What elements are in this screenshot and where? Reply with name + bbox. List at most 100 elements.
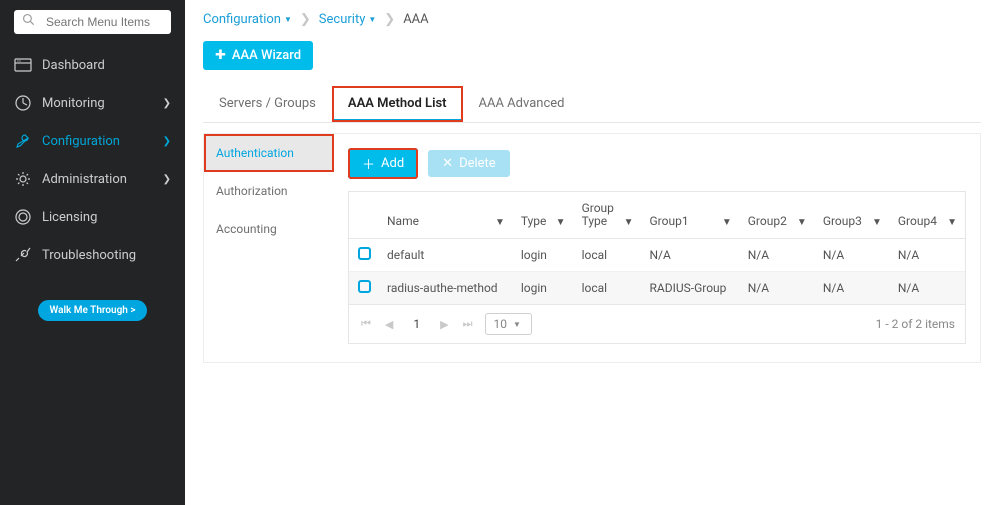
filter-icon[interactable]: ▼	[872, 217, 882, 228]
cell-group4: N/A	[890, 272, 965, 305]
administration-icon	[14, 170, 32, 188]
cell-group-type: local	[574, 272, 642, 305]
row-checkbox[interactable]	[358, 280, 371, 293]
pager: ⏮ ◀ 1 ▶ ⏭ 10 ▼ 1 - 2 of 2 items	[349, 304, 965, 343]
sidebar-item-label: Licensing	[42, 210, 171, 225]
cell-group4: N/A	[890, 239, 965, 272]
main-content: Configuration ▼ ❯ Security ▼ ❯ AAA ✚ AAA…	[185, 0, 999, 505]
cell-type: login	[513, 239, 574, 272]
sidebar-item-administration[interactable]: Administration ❯	[0, 160, 185, 198]
sidebar-item-label: Troubleshooting	[42, 248, 171, 263]
table-row[interactable]: defaultloginlocalN/AN/AN/AN/A	[349, 239, 965, 272]
filter-icon[interactable]: ▼	[722, 217, 732, 228]
filter-icon[interactable]: ▼	[556, 217, 566, 228]
sidebar-item-label: Monitoring	[42, 96, 153, 111]
column-type[interactable]: Type ▼	[513, 192, 574, 239]
pager-prev-button[interactable]: ◀	[383, 318, 395, 331]
search-icon	[22, 13, 40, 31]
sidebar-item-dashboard[interactable]: Dashboard	[0, 46, 185, 84]
subtab-accounting[interactable]: Accounting	[204, 210, 334, 248]
add-label: Add	[381, 156, 404, 171]
caret-down-icon: ▼	[284, 15, 292, 24]
pager-next-button[interactable]: ▶	[438, 318, 450, 331]
column-group3[interactable]: Group3 ▼	[815, 192, 890, 239]
column-label: GroupType	[582, 202, 614, 228]
cell-group-type: local	[574, 239, 642, 272]
column-group-type[interactable]: GroupType ▼	[574, 192, 642, 239]
table-row[interactable]: radius-authe-methodloginlocalRADIUS-Grou…	[349, 272, 965, 305]
pager-page-number: 1	[405, 317, 428, 331]
sidebar: DashboardMonitoring❯Configuration❯Admini…	[0, 0, 185, 505]
breadcrumb-label: Security	[319, 12, 366, 27]
column-name[interactable]: Name ▼	[379, 192, 513, 239]
cell-group2: N/A	[740, 239, 815, 272]
cell-group1: RADIUS-Group	[642, 272, 740, 305]
pager-first-button[interactable]: ⏮	[359, 317, 373, 331]
column-label: Group3	[823, 215, 862, 228]
breadcrumb-separator: ❯	[384, 12, 395, 27]
breadcrumb-current: AAA	[403, 12, 428, 27]
column-checkbox	[349, 192, 379, 239]
filter-icon[interactable]: ▼	[947, 217, 957, 228]
tab-aaa-advanced[interactable]: AAA Advanced	[463, 86, 581, 122]
cell-name: radius-authe-method	[379, 272, 513, 305]
caret-down-icon: ▼	[368, 15, 376, 24]
cell-group1: N/A	[642, 239, 740, 272]
filter-icon[interactable]: ▼	[495, 217, 505, 228]
breadcrumb-configuration[interactable]: Configuration ▼	[203, 12, 292, 27]
page-size-select[interactable]: 10 ▼	[485, 313, 532, 335]
data-grid: Name▼Type▼GroupType▼Group1▼Group2▼Group3…	[348, 191, 966, 344]
tabs: Servers / GroupsAAA Method ListAAA Advan…	[203, 86, 981, 123]
chevron-right-icon: ❯	[163, 136, 171, 147]
column-label: Group2	[748, 215, 787, 228]
subtab-authorization[interactable]: Authorization	[204, 172, 334, 210]
search-box[interactable]	[14, 10, 171, 34]
wizard-label: AAA Wizard	[232, 48, 301, 63]
add-button[interactable]: ＋ Add	[348, 148, 418, 179]
search-input[interactable]	[46, 15, 201, 29]
breadcrumb-security[interactable]: Security ▼	[319, 12, 376, 27]
column-label: Name	[387, 215, 419, 228]
filter-icon[interactable]: ▼	[624, 217, 634, 228]
sidebar-item-troubleshooting[interactable]: Troubleshooting	[0, 236, 185, 274]
delete-button[interactable]: ✕ Delete	[428, 150, 510, 177]
cell-group2: N/A	[740, 272, 815, 305]
tab-body: AuthenticationAuthorizationAccounting ＋ …	[203, 133, 981, 363]
cell-type: login	[513, 272, 574, 305]
sidebar-item-label: Administration	[42, 172, 153, 187]
tab-servers-groups[interactable]: Servers / Groups	[203, 86, 332, 122]
sidebar-item-licensing[interactable]: Licensing	[0, 198, 185, 236]
tab-aaa-method-list[interactable]: AAA Method List	[332, 86, 463, 122]
plus-icon: ✚	[215, 48, 226, 63]
column-label: Type	[521, 215, 547, 228]
column-group1[interactable]: Group1▼	[642, 192, 740, 239]
sidebar-item-monitoring[interactable]: Monitoring ❯	[0, 84, 185, 122]
x-icon: ✕	[442, 156, 453, 171]
cell-group3: N/A	[815, 272, 890, 305]
column-group2[interactable]: Group2 ▼	[740, 192, 815, 239]
chevron-right-icon: ❯	[163, 98, 171, 109]
column-group4[interactable]: Group4▼	[890, 192, 965, 239]
breadcrumb-label: Configuration	[203, 12, 281, 27]
chevron-right-icon: ❯	[163, 174, 171, 185]
aaa-wizard-button[interactable]: ✚ AAA Wizard	[203, 41, 313, 70]
cell-group3: N/A	[815, 239, 890, 272]
page-size-value: 10	[494, 317, 508, 331]
cell-name: default	[379, 239, 513, 272]
monitoring-icon	[14, 94, 32, 112]
subtabs: AuthenticationAuthorizationAccounting	[204, 134, 334, 362]
pager-last-button[interactable]: ⏭	[461, 317, 475, 331]
nav-list: DashboardMonitoring❯Configuration❯Admini…	[0, 46, 185, 274]
dashboard-icon	[14, 56, 32, 74]
plus-icon: ＋	[362, 154, 375, 173]
configuration-icon	[14, 132, 32, 150]
caret-down-icon: ▼	[513, 320, 521, 329]
walk-me-through-button[interactable]: Walk Me Through >	[38, 300, 146, 321]
filter-icon[interactable]: ▼	[797, 217, 807, 228]
licensing-icon	[14, 208, 32, 226]
sidebar-item-configuration[interactable]: Configuration❯	[0, 122, 185, 160]
tab-content: ＋ Add ✕ Delete Name▼Type▼GroupType▼Group…	[334, 134, 980, 362]
breadcrumb: Configuration ▼ ❯ Security ▼ ❯ AAA	[203, 12, 981, 27]
subtab-authentication[interactable]: Authentication	[204, 134, 334, 172]
row-checkbox[interactable]	[358, 247, 371, 260]
